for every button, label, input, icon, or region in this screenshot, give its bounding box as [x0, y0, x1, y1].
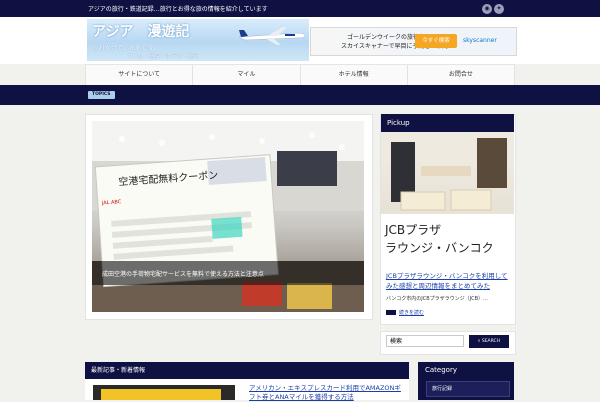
nav-item-hotel[interactable]: ホテル情報: [301, 65, 408, 85]
logo-title: アジア 漫遊記: [92, 24, 190, 40]
main-nav: サイトについて マイル ホテル情報 お問合せ: [85, 64, 515, 86]
category-heading-text: Category: [425, 366, 457, 374]
search-button-label: SEARCH: [481, 339, 501, 344]
pickup-image-line1: JCBプラザ: [384, 223, 441, 237]
search-input[interactable]: 検索: [386, 335, 464, 347]
rss-icon[interactable]: ◉: [482, 4, 492, 14]
pickup-photo-art: JCBプラザ ラウンジ・バンコク: [381, 132, 514, 262]
pickup-image-line2: ラウンジ・バンコク: [385, 241, 494, 255]
recent-heading: 最新記事・新着情報: [85, 362, 409, 379]
pickup-heading-text: Pickup: [387, 119, 410, 127]
category-item[interactable]: 旅行記録: [426, 381, 510, 397]
search-button[interactable]: ⌕ SEARCH: [469, 335, 509, 348]
site-tagline: アジアの旅行・鉄道記録…旅行とお得な旅の情報を紹介しています: [88, 6, 268, 13]
nav-item-contact[interactable]: お問合せ: [408, 65, 515, 85]
twitter-icon[interactable]: ✦: [494, 4, 504, 14]
category-heading: Category: [418, 362, 514, 379]
pickup-heading: Pickup: [381, 114, 514, 132]
nav-item-mile[interactable]: マイル: [193, 65, 301, 85]
topics-label[interactable]: TOPICS: [88, 91, 115, 99]
pickup-more-link[interactable]: 続きを読む: [386, 309, 424, 316]
pickup-more-label: 続きを読む: [399, 310, 425, 316]
thumbnail-banner: [101, 389, 221, 400]
logo-subtitle-2: マイル・航空・ホテル・旅行: [127, 54, 199, 60]
nav-item-about[interactable]: サイトについて: [85, 65, 194, 85]
featured-caption[interactable]: 成田空港の手荷物宅配サービスを無料で使える方法と注意点: [92, 261, 364, 285]
pickup-image[interactable]: JCBプラザ ラウンジ・バンコク: [381, 132, 514, 262]
ad-banner[interactable]: ゴールデンウイークの旅行を スカイスキャナーで早目に予約して節約 今すぐ検索 s…: [310, 27, 517, 56]
pickup-description: バンコク市内のJCBプラザラウンジ（JCB）...: [386, 296, 488, 302]
article-title-link[interactable]: アメリカン・エキスプレスカード利用でAMAZONギフト券とANAマイルを獲得する…: [249, 384, 404, 402]
featured-caption-text: 成田空港の手荷物宅配サービスを無料で使える方法と注意点: [102, 271, 264, 278]
site-logo[interactable]: アジア 漫遊記 忘れかけていたあの旅 マイル・航空・ホテル・旅行: [87, 19, 309, 61]
ad-line-1: ゴールデンウイークの旅行を: [347, 34, 426, 41]
logo-subtitle: 忘れかけていたあの旅: [93, 45, 154, 52]
ad-search-button[interactable]: 今すぐ検索: [415, 34, 457, 48]
arrow-icon: [386, 310, 396, 315]
category-item-label: 旅行記録: [432, 386, 453, 392]
ad-brand: skyscanner: [463, 37, 497, 44]
top-bar: アジアの旅行・鉄道記録…旅行とお得な旅の情報を紹介しています ◉ ✦: [0, 0, 600, 17]
recent-heading-text: 最新記事・新着情報: [91, 367, 146, 374]
pickup-title-link[interactable]: JCBプラザラウンジ・バンコクを利用してみた感想と周辺情報をまとめてみた: [386, 271, 510, 291]
airplane-icon: [238, 27, 306, 45]
article-thumbnail[interactable]: [93, 385, 235, 400]
